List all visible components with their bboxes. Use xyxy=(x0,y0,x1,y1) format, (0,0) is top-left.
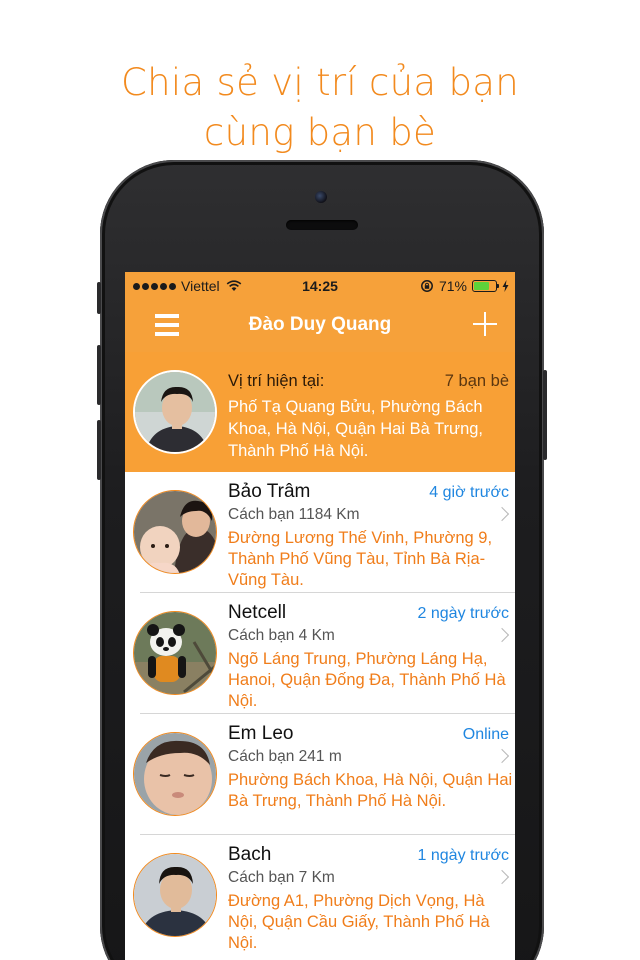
promo-headline-line2: cùng bạn bè xyxy=(203,111,437,154)
current-location-label: Vị trí hiện tại: xyxy=(228,372,325,390)
friend-avatar xyxy=(133,732,217,816)
power-button xyxy=(543,370,547,460)
friend-row[interactable]: Bảo Trâm 4 giờ trước Cách bạn 1184 Km Đư… xyxy=(125,472,515,593)
friend-avatar xyxy=(133,853,217,937)
friend-address: Phường Bách Khoa, Hà Nội, Quận Hai Bà Tr… xyxy=(228,771,513,810)
nav-title: Đào Duy Quang xyxy=(248,314,392,335)
status-bar: Viettel 14:25 71% xyxy=(125,272,515,300)
last-seen: 1 ngày trước xyxy=(417,847,509,864)
friend-row[interactable]: Bach 1 ngày trước Cách bạn 7 Km Đường A1… xyxy=(125,835,515,956)
friend-name: Em Leo xyxy=(228,723,294,744)
battery-percent: 71% xyxy=(438,278,467,294)
friend-avatar xyxy=(133,611,217,695)
user-avatar xyxy=(133,370,217,454)
battery-icon xyxy=(472,280,499,292)
plus-icon[interactable] xyxy=(473,312,497,336)
current-location-card[interactable]: Vị trí hiện tại: 7 bạn bè Phố Tạ Quang B… xyxy=(125,352,515,472)
friend-avatar xyxy=(133,490,217,574)
friend-name: Bach xyxy=(228,844,272,865)
friend-name: Netcell xyxy=(228,602,287,623)
mute-switch xyxy=(97,282,101,314)
promo-headline-line1: Chia sẻ vị trí của bạn xyxy=(121,61,519,104)
friend-row[interactable]: Netcell 2 ngày trước Cách bạn 4 Km Ngõ L… xyxy=(125,593,515,714)
friends-count: 7 bạn bè xyxy=(444,372,509,390)
rotation-lock-icon xyxy=(421,280,433,292)
chevron-right-icon xyxy=(494,506,510,522)
friend-distance: Cách bạn 1184 Km xyxy=(228,506,360,523)
front-camera xyxy=(315,191,327,203)
friend-distance: Cách bạn 7 Km xyxy=(228,869,335,886)
nav-bar: Đào Duy Quang xyxy=(125,300,515,352)
chevron-right-icon xyxy=(494,869,510,885)
friend-row[interactable]: Em Leo Online Cách bạn 241 m Phường Bách… xyxy=(125,714,515,835)
volume-down-button xyxy=(97,420,101,480)
friend-address: Đường Lương Thế Vinh, Phường 9, Thành Ph… xyxy=(228,529,493,589)
friend-distance: Cách bạn 241 m xyxy=(228,748,342,765)
last-seen: 2 ngày trước xyxy=(417,605,509,622)
chevron-right-icon xyxy=(494,627,510,643)
status-right: 71% xyxy=(420,278,509,294)
earpiece-speaker xyxy=(286,220,358,230)
app-screen: Viettel 14:25 71% Đào Duy Quang Vị trí h… xyxy=(125,272,515,960)
online-status: Online xyxy=(462,726,509,743)
current-address: Phố Tạ Quang Bửu, Phường Bách Khoa, Hà N… xyxy=(228,398,484,460)
last-seen: 4 giờ trước xyxy=(429,484,509,501)
chevron-right-icon xyxy=(494,748,510,764)
promo-headline: Chia sẻ vị trí của bạn cùng bạn bè xyxy=(0,58,640,158)
friend-address: Ngõ Láng Trung, Phường Láng Hạ, Hanoi, Q… xyxy=(228,650,506,710)
charging-icon xyxy=(502,280,509,292)
volume-up-button xyxy=(97,345,101,405)
friend-name: Bảo Trâm xyxy=(228,481,311,502)
friend-distance: Cách bạn 4 Km xyxy=(228,627,335,644)
friend-address: Đường A1, Phường Dịch Vọng, Hà Nội, Quận… xyxy=(228,892,490,952)
